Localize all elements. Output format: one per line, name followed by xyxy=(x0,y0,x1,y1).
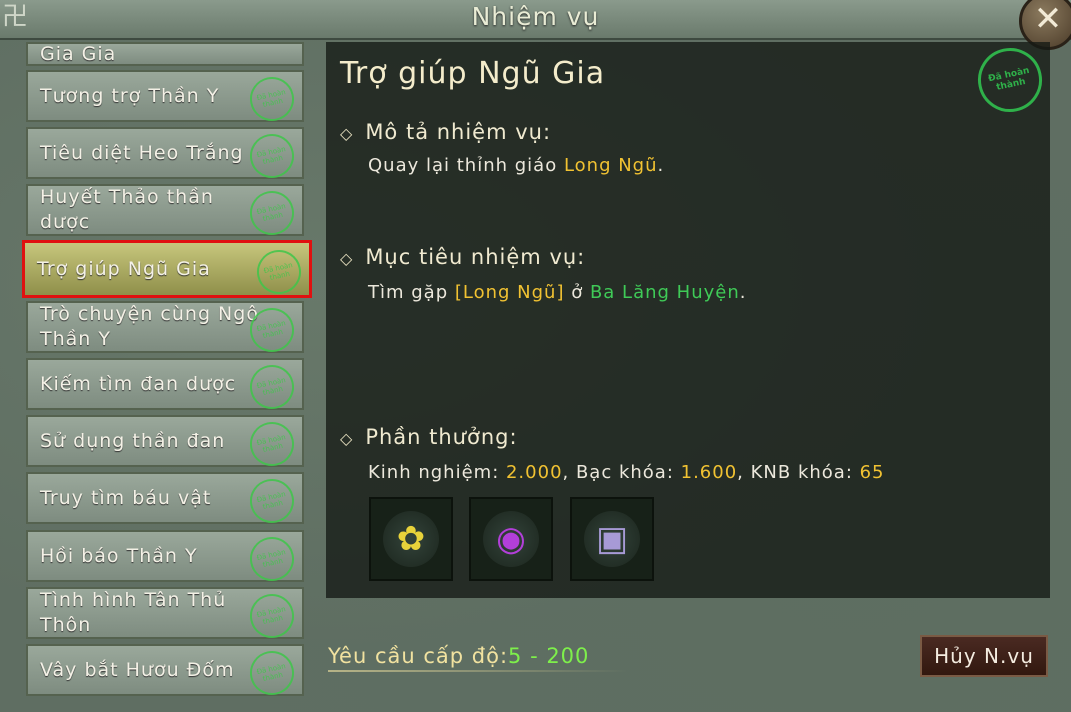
quest-list-item[interactable]: Gia Gia xyxy=(26,42,304,66)
quest-list-item-label: Tình hình Tân Thủ Thôn xyxy=(40,589,227,636)
quest-list-item[interactable]: Hồi báo Thần Y Đã hoàn thành xyxy=(26,530,304,586)
diamond-icon: ◇ xyxy=(340,124,354,143)
quest-list-item[interactable]: Vây bắt Hươu Đốm Đã hoàn thành xyxy=(26,644,304,697)
completed-stamp-icon: Đã hoàn thành xyxy=(972,42,1048,118)
reward-item-slot[interactable]: ✿ xyxy=(369,497,453,581)
reward-item-slot[interactable]: ▣ xyxy=(570,497,654,581)
completed-stamp-icon: Đã hoàn thành xyxy=(252,245,306,299)
quest-list[interactable]: Gia Gia Tương trợ Thần Y Đã hoàn thành Tiêu… xyxy=(22,42,312,697)
diamond-icon: ◇ xyxy=(340,429,354,448)
goal-text: Tìm gặp [Long Ngũ] ở Ba Lăng Huyện. xyxy=(368,282,747,303)
quest-list-item[interactable]: Tương trợ Thần Y Đã hoàn thành xyxy=(26,70,304,126)
goal-heading: ◇ Mục tiêu nhiệm vụ: xyxy=(340,245,586,269)
quest-list-item[interactable]: Sử dụng thần đan Đã hoàn thành xyxy=(26,415,304,471)
purple-ore-icon: ◉ xyxy=(483,511,539,567)
reward-heading: ◇ Phần thưởng: xyxy=(340,425,518,449)
quest-list-item[interactable]: Kiếm tìm đan dược Đã hoàn thành xyxy=(26,358,304,414)
level-requirement: Yêu cầu cấp độ:5 - 200 xyxy=(328,644,590,668)
reward-item-slot[interactable]: ◉ xyxy=(469,497,553,581)
window-title: Nhiệm vụ xyxy=(471,2,600,31)
quest-list-item-label: Trợ giúp Ngũ Gia xyxy=(37,257,211,280)
description-text: Quay lại thỉnh giáo Long Ngũ. xyxy=(368,155,665,176)
title-bar: 卍 Nhiệm vụ xyxy=(0,0,1071,40)
quest-window: 卍 Nhiệm vụ ✕ Gia Gia Tương trợ Thần Y Đã h… xyxy=(0,0,1071,712)
description-heading: ◇ Mô tả nhiệm vụ: xyxy=(340,120,552,144)
divider xyxy=(328,670,628,672)
quest-list-item-label: Gia Gia xyxy=(40,42,117,65)
npc-name: Long Ngũ xyxy=(563,155,658,176)
quest-list-item-label: Trò chuyện cùng Ngô Thần Y xyxy=(40,303,259,350)
yellow-flower-icon: ✿ xyxy=(383,511,439,567)
quest-list-item[interactable]: Tiêu diệt Heo Trắng Đã hoàn thành xyxy=(26,127,304,183)
quest-detail-panel: Trợ giúp Ngũ Gia Đã hoàn thành ◇ Mô tả nh… xyxy=(326,42,1050,598)
quest-list-item[interactable]: Huyết Thảo thần dược Đã hoàn thành xyxy=(26,184,304,240)
npc-link[interactable]: [Long Ngũ] xyxy=(455,282,565,303)
reward-text: Kinh nghiệm: 2.000, Bạc khóa: 1.600, KNB… xyxy=(368,462,885,483)
quest-list-item-label: Hồi báo Thần Y xyxy=(40,544,198,567)
quest-list-item[interactable]: Truy tìm báu vật Đã hoàn thành xyxy=(26,472,304,528)
treasure-box-icon: ▣ xyxy=(584,511,640,567)
location-link[interactable]: Ba Lăng Huyện xyxy=(590,282,740,303)
quest-list-item[interactable]: Trò chuyện cùng Ngô Thần Y Đã hoàn thành xyxy=(26,301,304,357)
quest-list-item-label: Truy tìm báu vật xyxy=(40,486,212,509)
diamond-icon: ◇ xyxy=(340,249,354,268)
quest-list-item[interactable]: Trợ giúp Ngũ Gia Đã hoàn thành xyxy=(22,240,312,299)
quest-list-item[interactable]: Tình hình Tân Thủ Thôn Đã hoàn thành xyxy=(26,587,304,643)
quest-title: Trợ giúp Ngũ Gia xyxy=(340,56,606,91)
quest-list-item-label: Vây bắt Hươu Đốm xyxy=(40,658,235,681)
quest-list-item-label: Sử dụng thần đan xyxy=(40,429,226,452)
cancel-quest-button[interactable]: Hủy N.vụ xyxy=(920,635,1048,677)
quest-list-item-label: Tiêu diệt Heo Trắng xyxy=(40,141,244,164)
quest-list-item-label: Huyết Thảo thần dược xyxy=(40,186,214,233)
quest-list-item-label: Kiếm tìm đan dược xyxy=(40,372,237,395)
quest-list-item-label: Tương trợ Thần Y xyxy=(40,84,220,107)
